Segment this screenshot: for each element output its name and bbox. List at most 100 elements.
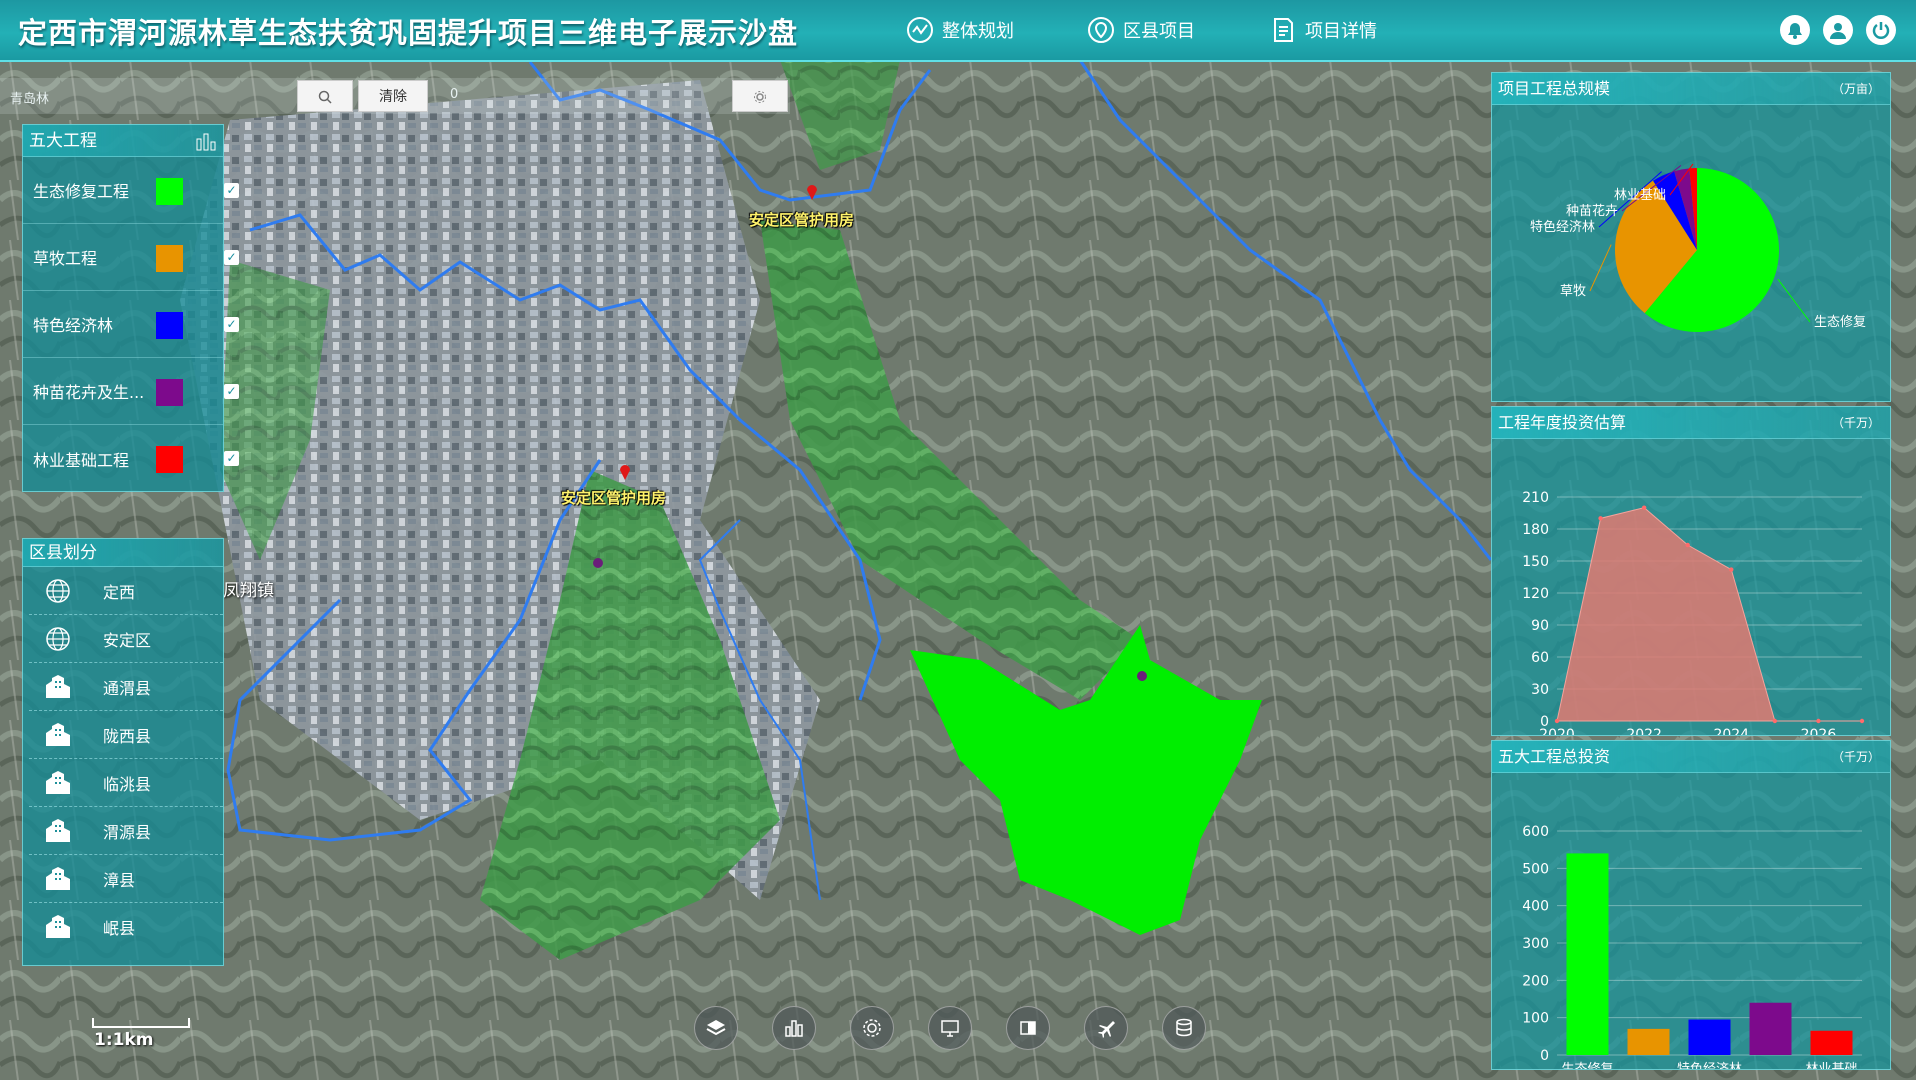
- monitor-icon: [941, 1020, 959, 1037]
- region-item-tongwei[interactable]: 通渭县: [29, 663, 223, 711]
- y-tick-label: 30: [1531, 682, 1549, 698]
- region-item-zhang[interactable]: 漳县: [29, 855, 223, 903]
- bar: [1566, 853, 1609, 1055]
- pie-label: 特色经济林: [1530, 219, 1595, 235]
- y-tick-label: 150: [1522, 554, 1549, 570]
- pie-chart[interactable]: 生态修复 草牧 特色经济林种苗花卉林业基础: [1492, 105, 1890, 401]
- split-view-button[interactable]: [1006, 1006, 1050, 1050]
- region-item-lintao[interactable]: 临洮县: [29, 759, 223, 807]
- line-chart-icon: [907, 17, 933, 43]
- city-icon: [46, 674, 70, 698]
- bar-panel: 五大工程总投资 （千万） 0 100 200 300 400 500 600 生态修复 特色经济…: [1491, 740, 1891, 1077]
- nav-project-details-label: 项目详情: [1305, 21, 1377, 42]
- nav-overall-plan[interactable]: 整体规划: [906, 16, 1014, 44]
- data-point: [1816, 718, 1821, 724]
- region-item-weiyuan[interactable]: 渭源县: [29, 807, 223, 855]
- project-item-econ-forest[interactable]: 特色经济林 ✓: [23, 291, 239, 358]
- y-tick-label: 0: [1540, 1048, 1549, 1064]
- region-panel-title-text: 区县划分: [29, 543, 97, 563]
- data-point: [1859, 718, 1865, 724]
- pie-panel: 项目工程总规模 （万亩） 生态修复 草牧 特色经济林 种苗花卉 林业基础: [1491, 72, 1891, 402]
- y-tick-label: 600: [1522, 824, 1549, 840]
- region-item-dingxi[interactable]: 定西: [29, 567, 223, 615]
- bar-chart[interactable]: 0 100 200 300 400 500 600 生态修复 特色经济林 林业基础: [1492, 773, 1890, 1077]
- map-pin-icon: [1088, 17, 1114, 43]
- city-icon: [46, 770, 70, 794]
- project-label: 种苗花卉及生...: [33, 383, 145, 402]
- nav-county-projects-label: 区县项目: [1123, 21, 1195, 42]
- region-label: 渭源县: [103, 822, 152, 842]
- settings-button[interactable]: [732, 80, 788, 112]
- user-icon: [1830, 23, 1846, 39]
- region-label: 通渭县: [103, 678, 152, 698]
- search-button[interactable]: [297, 80, 353, 112]
- project-checkbox[interactable]: ✓: [224, 317, 239, 332]
- region-label: 定西: [103, 582, 136, 602]
- data-point: [1685, 542, 1690, 548]
- y-tick-label: 120: [1522, 586, 1549, 602]
- project-item-seedling[interactable]: 种苗花卉及生... ✓: [23, 358, 239, 425]
- scale-label: 1:1km: [94, 1030, 154, 1050]
- color-swatch: [156, 178, 183, 205]
- settings-tool-button[interactable]: [850, 1006, 894, 1050]
- project-item-forestry-base[interactable]: 林业基础工程 ✓: [23, 425, 239, 492]
- logout-button[interactable]: [1866, 15, 1896, 45]
- project-checkbox[interactable]: ✓: [224, 183, 239, 198]
- page-title: 定西市渭河源林草生态扶贫巩固提升项目三维电子展示沙盘: [18, 16, 799, 50]
- bar-title: 五大工程总投资: [1498, 747, 1611, 766]
- project-item-grass[interactable]: 草牧工程 ✓: [23, 224, 239, 291]
- pie-label: 生态修复: [1814, 315, 1866, 330]
- nav-county-projects[interactable]: 区县项目: [1087, 16, 1195, 44]
- region-item-longxi[interactable]: 陇西县: [29, 711, 223, 759]
- bar: [1688, 1019, 1731, 1055]
- pie-label: 草牧: [1560, 284, 1586, 299]
- notification-button[interactable]: [1780, 15, 1810, 45]
- database-icon: [1176, 1018, 1192, 1037]
- database-button[interactable]: [1162, 1006, 1206, 1050]
- monitor-button[interactable]: [928, 1006, 972, 1050]
- city-icon: [46, 818, 70, 842]
- data-point: [1641, 505, 1647, 510]
- region-panel: 区县划分 定西 安定区 通渭县 陇西县 临洮县 渭源县 漳县 岷县: [22, 538, 224, 966]
- flight-button[interactable]: [1084, 1006, 1128, 1050]
- bar-unit: （千万）: [1831, 750, 1880, 764]
- statistics-button[interactable]: [772, 1006, 816, 1050]
- bar: [1627, 1028, 1670, 1055]
- data-point: [1729, 567, 1734, 572]
- y-tick-label: 100: [1522, 1011, 1549, 1027]
- region-item-anding[interactable]: 安定区: [29, 615, 223, 663]
- clear-button[interactable]: 清除: [358, 80, 428, 112]
- nav-overall-plan-label: 整体规划: [942, 21, 1014, 42]
- city-icon: [46, 722, 70, 746]
- project-item-eco[interactable]: 生态修复工程 ✓: [23, 157, 239, 224]
- project-checkbox[interactable]: ✓: [224, 451, 239, 466]
- pie-label: 林业基础: [1614, 188, 1666, 203]
- bar: [1810, 1030, 1853, 1055]
- city-icon: [46, 915, 70, 938]
- region-item-min[interactable]: 岷县: [29, 903, 223, 951]
- projects-panel-title: 五大工程: [23, 125, 223, 157]
- x-tick-label: 2024: [1713, 727, 1749, 735]
- map-label-station-1[interactable]: 安定区管护用房: [749, 209, 854, 230]
- nav-project-details[interactable]: 项目详情: [1269, 16, 1377, 44]
- map-label-station-2[interactable]: 安定区管护用房: [561, 487, 666, 508]
- layers-button[interactable]: [694, 1006, 738, 1050]
- search-input[interactable]: 青岛林: [10, 88, 49, 107]
- pie-leader-line: [1589, 244, 1612, 292]
- region-label: 漳县: [103, 870, 136, 890]
- town-label: 凤翔镇: [223, 581, 274, 601]
- project-label: 生态修复工程: [33, 182, 130, 201]
- x-tick-label: 林业基础: [1805, 1062, 1857, 1069]
- search-icon: [318, 90, 332, 104]
- project-label: 林业基础工程: [33, 450, 130, 470]
- area-panel-title: 工程年度投资估算 （千万）: [1492, 407, 1890, 439]
- project-checkbox[interactable]: ✓: [224, 384, 239, 399]
- region-panel-title: 区县划分: [23, 539, 223, 567]
- project-checkbox[interactable]: ✓: [224, 250, 239, 265]
- x-tick-label: 2026: [1801, 727, 1837, 735]
- user-button[interactable]: [1823, 15, 1853, 45]
- data-point: [1554, 718, 1560, 724]
- area-chart[interactable]: 03060901201501802102020 2022 2024 2026: [1492, 439, 1890, 743]
- bar-chart-icon[interactable]: [195, 131, 217, 151]
- y-tick-label: 500: [1522, 861, 1549, 877]
